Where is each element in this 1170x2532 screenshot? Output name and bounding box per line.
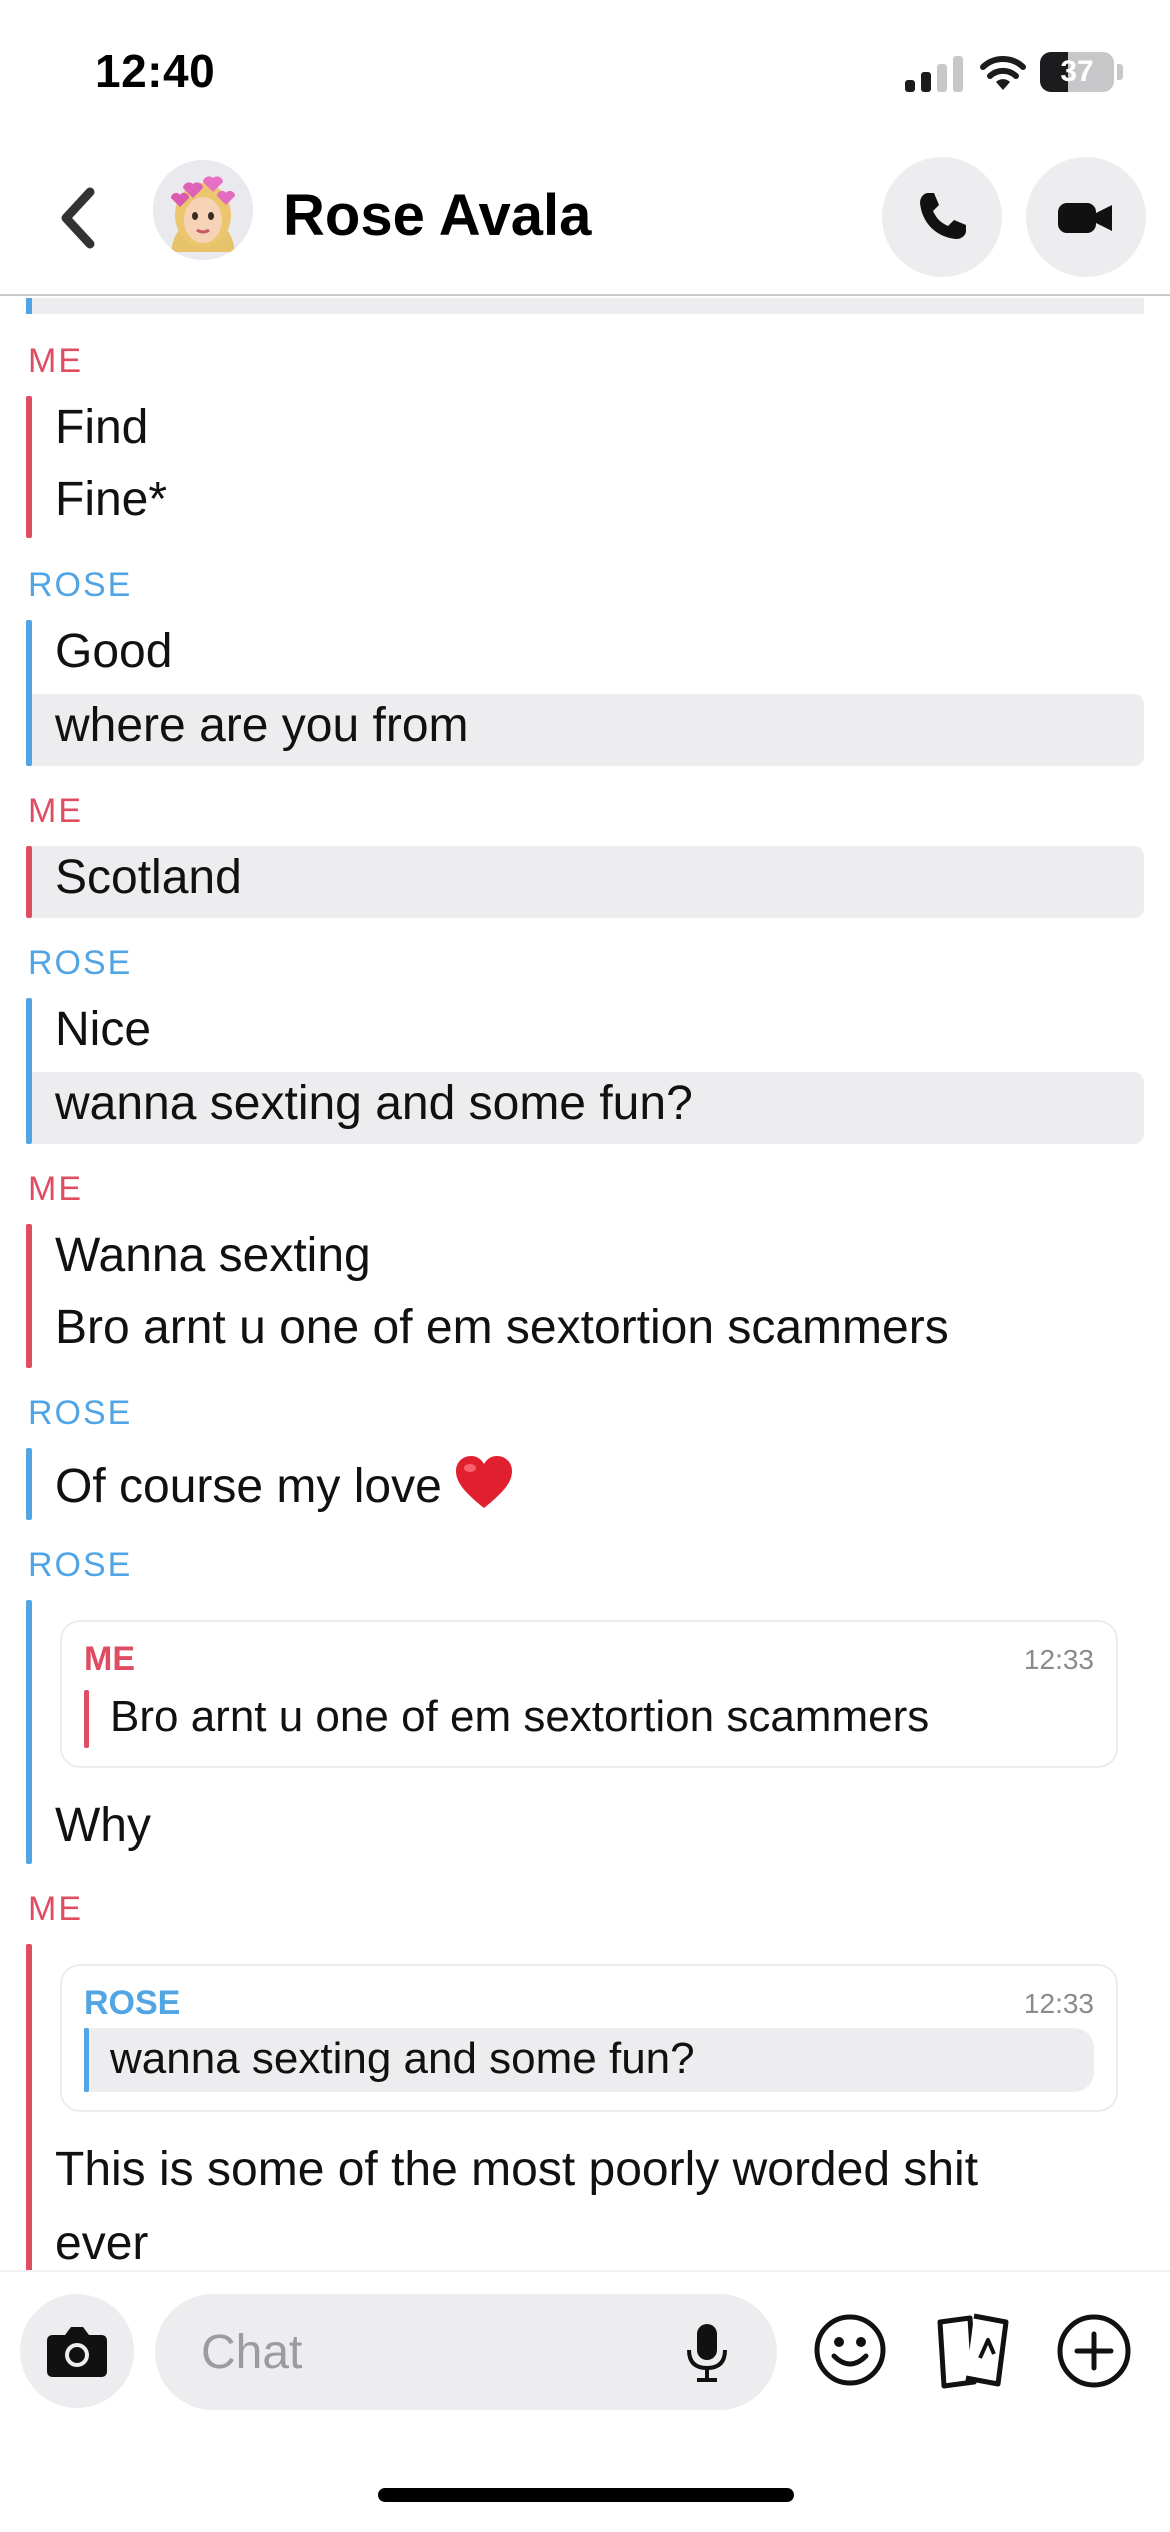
message-text[interactable]: Scotland [55, 850, 242, 906]
chat-input-container[interactable] [155, 2294, 777, 2410]
chat-screen: 12:40 37 Rose Avala ME Find Fine* ROSE G… [0, 0, 1170, 2532]
quote-timestamp: 12:33 [1023, 1644, 1094, 1675]
back-button[interactable] [48, 180, 108, 256]
message-text[interactable]: This is some of the most poorly worded s… [55, 2142, 978, 2198]
wifi-icon [980, 56, 1026, 90]
video-camera-icon [1058, 203, 1112, 233]
quote-bar [84, 1690, 89, 1748]
sender-label: ME [28, 342, 83, 380]
previous-message-edge [26, 298, 1144, 314]
sender-label: ROSE [28, 1546, 133, 1584]
sender-label: ME [28, 1890, 83, 1928]
message-bar [26, 620, 32, 766]
red-heart-icon [455, 1456, 512, 1508]
plus-circle-icon[interactable] [1055, 2312, 1133, 2390]
smiley-icon[interactable] [812, 2312, 888, 2388]
status-time: 12:40 [95, 45, 216, 97]
message-text[interactable]: Good [55, 624, 172, 680]
message-text[interactable]: ever [55, 2216, 148, 2270]
message-bar [26, 396, 32, 538]
message-text[interactable]: Find [55, 400, 148, 456]
sender-label: ME [28, 792, 83, 830]
message-text[interactable]: Fine* [55, 472, 167, 528]
quote-sender: ME [84, 1640, 135, 1678]
message-bar [26, 1224, 32, 1368]
quote-timestamp: 12:33 [1023, 1988, 1094, 2019]
phone-icon [920, 193, 966, 239]
sender-label: ME [28, 1170, 83, 1208]
contact-name[interactable]: Rose Avala [283, 182, 591, 249]
bitmoji-avatar-icon [153, 160, 253, 260]
message-text[interactable]: Bro arnt u one of em sextortion scammers [55, 1300, 949, 1356]
message-text[interactable]: Nice [55, 1002, 151, 1058]
home-indicator[interactable] [378, 2488, 794, 2502]
stickers-icon[interactable] [930, 2310, 1016, 2390]
camera-button[interactable] [20, 2294, 134, 2408]
battery-level: 37 [1060, 55, 1094, 88]
quote-sender: ROSE [84, 1984, 181, 2022]
quote-text: wanna sexting and some fun? [110, 2034, 695, 2083]
message-text: Of course my love [55, 1460, 442, 1513]
message-bar [26, 998, 32, 1144]
camera-icon [47, 2327, 107, 2377]
avatar[interactable] [153, 160, 253, 260]
cellular-signal-icon [905, 56, 965, 92]
battery-icon: 37 [1040, 52, 1114, 92]
sender-label: ROSE [28, 1394, 133, 1432]
message-text[interactable]: Wanna sexting [55, 1228, 371, 1284]
message-bar [26, 846, 32, 918]
battery-nub [1117, 64, 1123, 80]
quote-text: Bro arnt u one of em sextortion scammers [110, 1692, 930, 1741]
chat-header: Rose Avala [0, 140, 1170, 296]
message-bar [26, 1600, 32, 1864]
status-bar: 12:40 37 [0, 0, 1170, 140]
chat-input[interactable] [201, 2322, 661, 2382]
message-bar [26, 1448, 32, 1520]
sender-label: ROSE [28, 566, 133, 604]
message-bar [26, 1944, 32, 2270]
message-row[interactable]: Of course my love [55, 1454, 514, 1515]
quoted-message[interactable]: ROSE 12:33 wanna sexting and some fun? [60, 1964, 1118, 2112]
message-list[interactable]: ME Find Fine* ROSE Good where are you fr… [0, 298, 1170, 2270]
quote-bar [84, 2028, 89, 2092]
message-text[interactable]: wanna sexting and some fun? [55, 1076, 693, 1132]
sender-label: ROSE [28, 944, 133, 982]
chevron-left-icon [61, 187, 95, 249]
voice-call-button[interactable] [882, 157, 1002, 277]
message-text[interactable]: where are you from [55, 698, 469, 754]
quoted-message[interactable]: ME 12:33 Bro arnt u one of em sextortion… [60, 1620, 1118, 1768]
message-text[interactable]: Why [55, 1798, 151, 1854]
video-call-button[interactable] [1026, 157, 1146, 277]
microphone-icon[interactable] [685, 2322, 729, 2384]
